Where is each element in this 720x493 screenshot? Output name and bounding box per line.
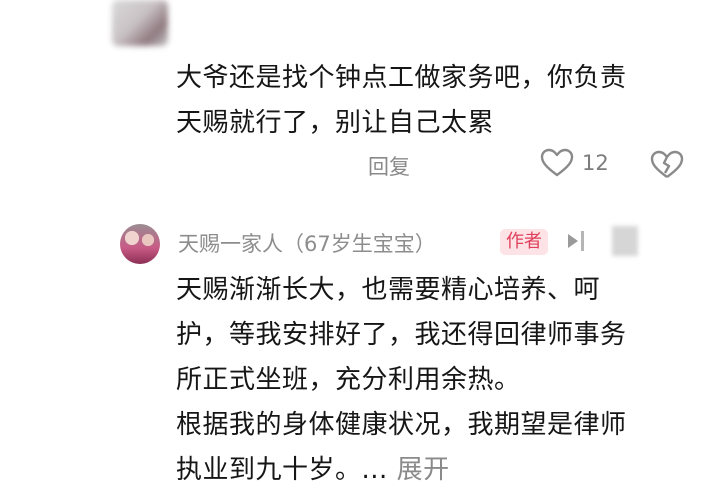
author-badge: 作者 xyxy=(500,229,548,255)
expand-link[interactable]: 展开 xyxy=(397,455,450,485)
comment-text: 天赐渐渐长大，也需要精心培养、呵 护，等我安排好了，我还得回律师事务 所正式坐班… xyxy=(176,268,696,493)
play-icon xyxy=(566,228,588,258)
comment-text: 大爷还是找个钟点工做家务吧，你负责 天赐就行了，别让自己太累 xyxy=(176,63,627,138)
blurred-image xyxy=(612,226,638,256)
avatar[interactable] xyxy=(120,224,160,264)
dislike-button[interactable] xyxy=(650,150,684,184)
broken-heart-icon xyxy=(650,150,684,178)
username[interactable]: 天赐一家人（67岁生宝宝） xyxy=(178,228,436,258)
like-button[interactable]: 12 xyxy=(540,148,609,178)
comment-body: 天赐渐渐长大，也需要精心培养、呵 护，等我安排好了，我还得回律师事务 所正式坐班… xyxy=(176,275,627,485)
ellipsis: ... xyxy=(361,455,388,485)
reply-button[interactable]: 回复 xyxy=(368,151,410,181)
avatar-blurred[interactable] xyxy=(112,0,168,46)
heart-icon xyxy=(540,148,574,177)
like-count: 12 xyxy=(582,151,609,175)
